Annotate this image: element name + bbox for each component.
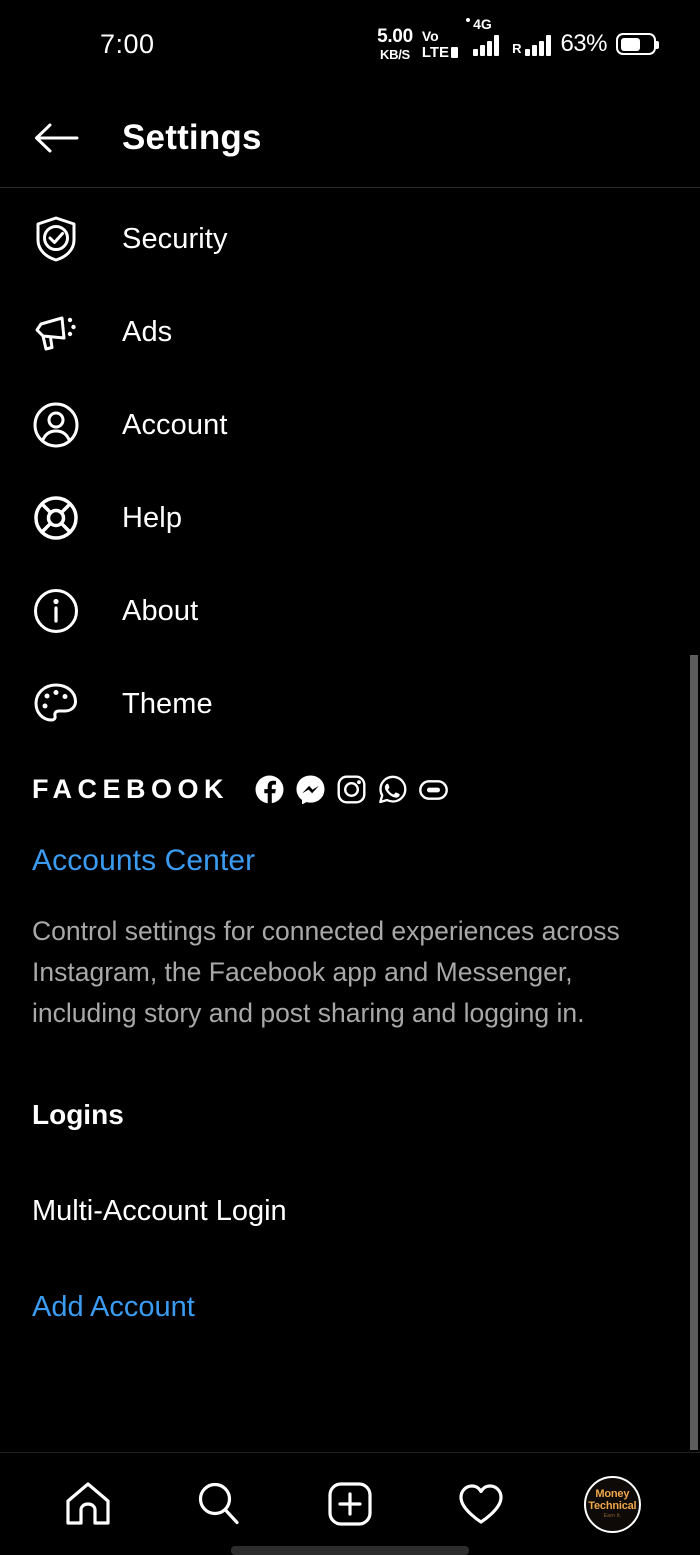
roaming-signal-bars-icon — [525, 32, 552, 56]
activity-heart-icon — [459, 1484, 503, 1524]
roaming-label: R — [512, 41, 522, 56]
nav-add-post-button[interactable] — [308, 1462, 392, 1546]
roaming-indicator: R — [512, 32, 552, 56]
menu-item-label: Help — [122, 501, 183, 534]
search-icon — [198, 1482, 239, 1525]
network-speed-indicator: 5.00 KB/S — [377, 27, 413, 61]
accounts-center-link[interactable]: Accounts Center — [32, 844, 255, 878]
nav-activity-button[interactable] — [439, 1462, 523, 1546]
app-header: Settings — [0, 88, 700, 188]
avatar-line-1: Money — [595, 1487, 630, 1500]
multi-account-login-item[interactable]: Multi-Account Login — [32, 1195, 287, 1228]
page-title: Settings — [122, 117, 262, 157]
whatsapp-icon — [379, 775, 407, 804]
menu-item-about[interactable]: About — [32, 583, 198, 639]
menu-item-label: Account — [122, 408, 228, 441]
megaphone-icon — [32, 308, 80, 356]
back-button[interactable] — [14, 121, 98, 155]
cellular-4g-indicator: 4G — [466, 16, 500, 56]
bottom-navigation-bar: Money Technical Earn It. — [0, 1452, 700, 1555]
facebook-wordmark: FACEBOOK — [32, 774, 230, 804]
facebook-section-description: Control settings for connected experienc… — [32, 916, 620, 1028]
menu-item-help[interactable]: Help — [32, 490, 182, 546]
status-indicators: 5.00 KB/S Vo LTE 4G R 63% — [377, 16, 659, 61]
settings-scroll-content[interactable]: Security Ads Account Help About Theme FA… — [0, 189, 700, 1452]
facebook-icon — [255, 775, 284, 804]
lifebuoy-icon — [32, 494, 80, 542]
volte-label-top: Vo — [421, 27, 439, 44]
sim-block-icon — [451, 46, 459, 58]
profile-avatar: Money Technical Earn It. — [583, 1475, 641, 1533]
status-clock: 7:00 — [100, 28, 155, 59]
avatar-line-3: Earn It. — [603, 1512, 622, 1519]
phone-screen: 7:00 5.00 KB/S Vo LTE 4G R 63% Settings … — [0, 0, 700, 1555]
messenger-icon — [296, 775, 325, 804]
facebook-brand-row: FACEBOOK — [32, 774, 448, 805]
menu-item-label: Security — [122, 222, 228, 255]
volte-icon: Vo LTE — [421, 27, 459, 61]
nav-search-button[interactable] — [177, 1462, 261, 1546]
vertical-scrollbar[interactable] — [690, 655, 698, 1450]
home-icon — [65, 1482, 110, 1525]
signal-bars-icon — [473, 32, 500, 56]
menu-item-label: About — [122, 594, 199, 627]
nav-home-button[interactable] — [46, 1462, 130, 1546]
menu-item-account[interactable]: Account — [32, 397, 228, 453]
battery-icon — [616, 33, 659, 55]
menu-item-ads[interactable]: Ads — [32, 304, 172, 360]
battery-percent-label: 63% — [560, 30, 607, 57]
instagram-icon — [337, 775, 366, 804]
menu-item-security[interactable]: Security — [32, 211, 228, 267]
home-indicator — [231, 1546, 469, 1555]
logins-section-heading: Logins — [32, 1099, 124, 1130]
data-arrow-dot-icon — [466, 18, 471, 22]
palette-icon — [32, 680, 80, 728]
add-account-link[interactable]: Add Account — [32, 1291, 195, 1324]
user-circle-icon — [32, 401, 80, 449]
info-circle-icon — [32, 587, 80, 635]
menu-item-label: Ads — [122, 315, 173, 348]
facebook-family-icons — [255, 775, 448, 804]
menu-item-theme[interactable]: Theme — [32, 676, 213, 732]
network-speed-value: 5.00 — [377, 26, 413, 47]
add-post-icon — [328, 1482, 372, 1526]
avatar-line-2: Technical — [588, 1499, 637, 1512]
network-type-label: 4G — [473, 16, 492, 32]
network-speed-unit: KB/S — [380, 47, 410, 62]
volte-label-bottom: LTE — [421, 43, 450, 61]
menu-item-label: Theme — [122, 687, 213, 720]
portal-icon — [419, 779, 448, 800]
status-bar: 7:00 5.00 KB/S Vo LTE 4G R 63% — [0, 0, 700, 88]
arrow-left-icon — [35, 123, 79, 152]
shield-check-icon — [32, 215, 80, 263]
nav-profile-button[interactable]: Money Technical Earn It. — [570, 1462, 654, 1546]
